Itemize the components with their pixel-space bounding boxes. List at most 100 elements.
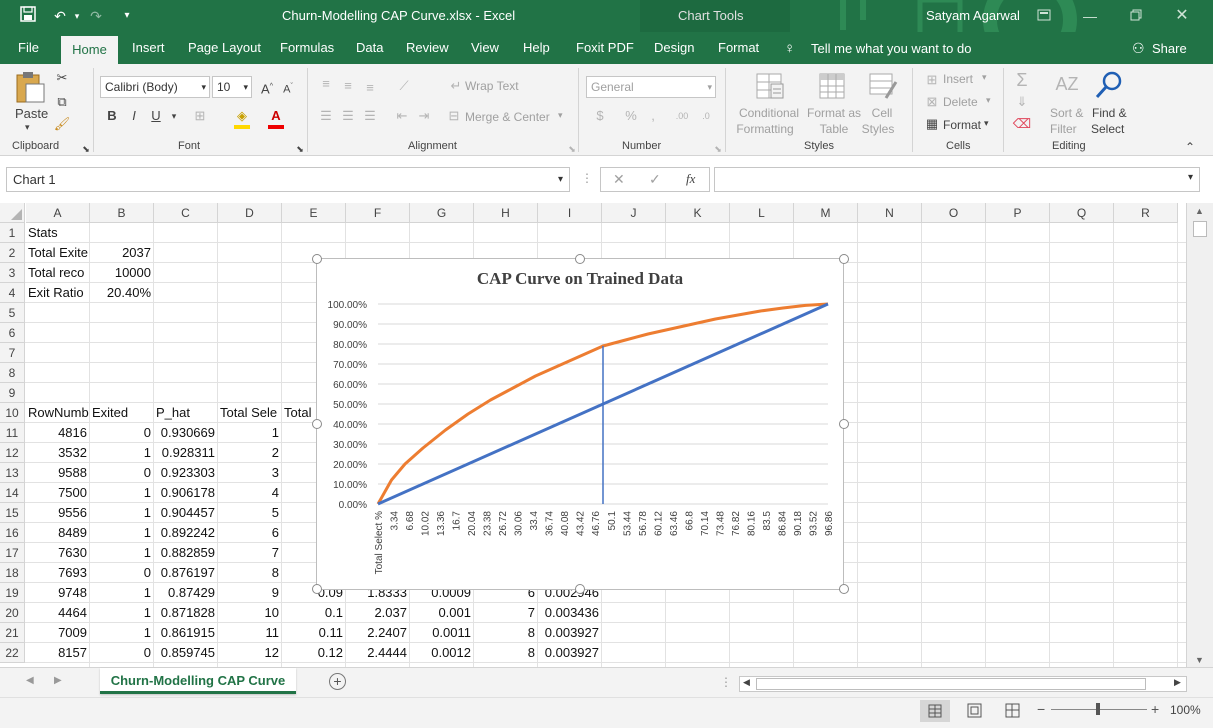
tab-foxit-pdf[interactable]: Foxit PDF [568, 32, 642, 64]
row-header[interactable]: 8 [0, 363, 25, 383]
cell[interactable]: 1 [90, 543, 153, 563]
tab-home[interactable]: Home [61, 36, 118, 64]
expand-formula-icon[interactable]: ▾ [1188, 168, 1193, 188]
cell[interactable]: 10000 [90, 263, 153, 283]
cell[interactable]: 8489 [26, 523, 89, 543]
cell[interactable]: 5 [218, 503, 281, 523]
font-size-select[interactable]: 10 ▾ [212, 76, 252, 98]
name-box[interactable]: Chart 1 ▾ [6, 167, 570, 192]
tab-help[interactable]: Help [515, 32, 558, 64]
cancel-icon[interactable]: ✕ [613, 171, 625, 188]
cell[interactable]: 0.861915 [154, 623, 217, 643]
row-header[interactable]: 10 [0, 403, 25, 423]
alignment-launcher-icon[interactable]: ⬊ [562, 139, 582, 159]
decrease-indent-icon[interactable]: ⇤ [392, 106, 412, 126]
paste-label[interactable]: Paste [15, 106, 48, 121]
column-header[interactable]: B [90, 203, 154, 223]
cell[interactable]: 0.0012 [410, 643, 473, 663]
decrease-decimal-icon[interactable]: .0 [696, 106, 716, 126]
format-cells-label[interactable]: Format [943, 118, 981, 132]
close-icon[interactable]: ✕ [1172, 6, 1192, 26]
worksheet-grid[interactable]: A B C D E F G H I J K L M N O P Q R 1 Stats 2 Total Exite 2037… [0, 203, 1186, 667]
italic-icon[interactable]: I [124, 106, 144, 126]
sort-filter-label-1[interactable]: Sort & [1050, 106, 1083, 120]
column-header[interactable]: I [538, 203, 602, 223]
conditional-formatting-icon[interactable] [755, 72, 785, 105]
resize-handle[interactable] [575, 584, 585, 594]
conditional-formatting-label-1[interactable]: Conditional [738, 106, 800, 120]
delete-cells-icon[interactable]: ⊠ [922, 92, 942, 112]
cell[interactable]: 12 [218, 643, 281, 663]
tab-insert[interactable]: Insert [124, 32, 173, 64]
cell[interactable]: 9556 [26, 503, 89, 523]
delete-dropdown-icon[interactable]: ▾ [986, 95, 991, 106]
increase-font-icon[interactable]: A^ [257, 77, 277, 97]
column-header[interactable]: D [218, 203, 282, 223]
minimize-icon[interactable]: — [1080, 6, 1100, 26]
restore-icon[interactable] [1126, 6, 1146, 26]
cell[interactable]: 0.904457 [154, 503, 217, 523]
cell[interactable]: 0.1 [282, 603, 345, 623]
align-right-icon[interactable]: ☰ [360, 106, 380, 126]
merge-center-icon[interactable]: ⊟ [444, 106, 464, 126]
ribbon-display-options-icon[interactable] [1034, 6, 1054, 26]
cell[interactable]: 6 [218, 523, 281, 543]
cell[interactable]: 7630 [26, 543, 89, 563]
format-as-table-icon[interactable] [818, 72, 848, 105]
merge-center-label[interactable]: Merge & Center [465, 110, 550, 124]
decrease-font-icon[interactable]: Aˇ [278, 77, 298, 97]
cell[interactable]: 3532 [26, 443, 89, 463]
tab-formulas[interactable]: Formulas [272, 32, 342, 64]
page-break-view-icon[interactable] [1004, 703, 1022, 722]
cell[interactable]: 8 [218, 563, 281, 583]
row-header[interactable]: 12 [0, 443, 25, 463]
copy-icon[interactable]: ⧉ [52, 92, 72, 112]
align-left-icon[interactable]: ☰ [316, 106, 336, 126]
comma-style-icon[interactable]: , [643, 106, 663, 126]
row-header[interactable]: 14 [0, 483, 25, 503]
increase-indent-icon[interactable]: ⇥ [414, 106, 434, 126]
resize-handle[interactable] [839, 584, 849, 594]
cell[interactable]: 1 [90, 623, 153, 643]
top-align-icon[interactable]: ≡ [316, 74, 336, 94]
normal-view-icon[interactable] [920, 700, 950, 722]
cell[interactable]: 1 [218, 423, 281, 443]
cell[interactable]: 0 [90, 563, 153, 583]
column-header[interactable]: A [26, 203, 90, 223]
cell[interactable]: 0 [90, 423, 153, 443]
cell[interactable]: 7009 [26, 623, 89, 643]
insert-function-icon[interactable]: fx [686, 171, 695, 187]
cell[interactable]: 0.892242 [154, 523, 217, 543]
column-header[interactable]: C [154, 203, 218, 223]
prev-sheet-icon[interactable]: ◀ [26, 675, 34, 686]
resize-handle[interactable] [839, 419, 849, 429]
undo-dropdown-icon[interactable]: ▾ [67, 6, 87, 26]
column-header[interactable]: H [474, 203, 538, 223]
tab-view[interactable]: View [463, 32, 507, 64]
borders-icon[interactable]: ⊞ [190, 106, 210, 126]
formula-input[interactable]: ▾ [714, 167, 1200, 192]
cell[interactable]: 0.0011 [410, 623, 473, 643]
cell[interactable]: 1 [90, 603, 153, 623]
cell[interactable]: 0.923303 [154, 463, 217, 483]
column-header[interactable]: L [730, 203, 794, 223]
cell[interactable]: 4464 [26, 603, 89, 623]
tab-file[interactable]: File [10, 32, 47, 64]
cell[interactable]: RowNumb [26, 403, 89, 423]
cell[interactable]: 10 [218, 603, 281, 623]
clear-icon[interactable]: ⌫ [1012, 114, 1032, 134]
number-format-select[interactable]: General ▾ [586, 76, 716, 98]
scroll-down-icon[interactable]: ▼ [1195, 655, 1204, 665]
format-dropdown-icon[interactable]: ▾ [984, 118, 989, 129]
resize-handle[interactable] [839, 254, 849, 264]
bottom-align-icon[interactable]: ≡ [360, 78, 380, 98]
underline-icon[interactable]: U [146, 106, 166, 126]
horizontal-scroll-thumb[interactable] [756, 678, 1146, 690]
cell[interactable]: Total reco [26, 263, 89, 283]
cell[interactable]: P_hat [154, 403, 217, 423]
cell[interactable]: 1 [90, 503, 153, 523]
cell[interactable]: 1 [90, 523, 153, 543]
wrap-text-icon[interactable]: ↵ [446, 76, 466, 96]
column-header[interactable]: Q [1050, 203, 1114, 223]
cell[interactable]: 1 [90, 443, 153, 463]
